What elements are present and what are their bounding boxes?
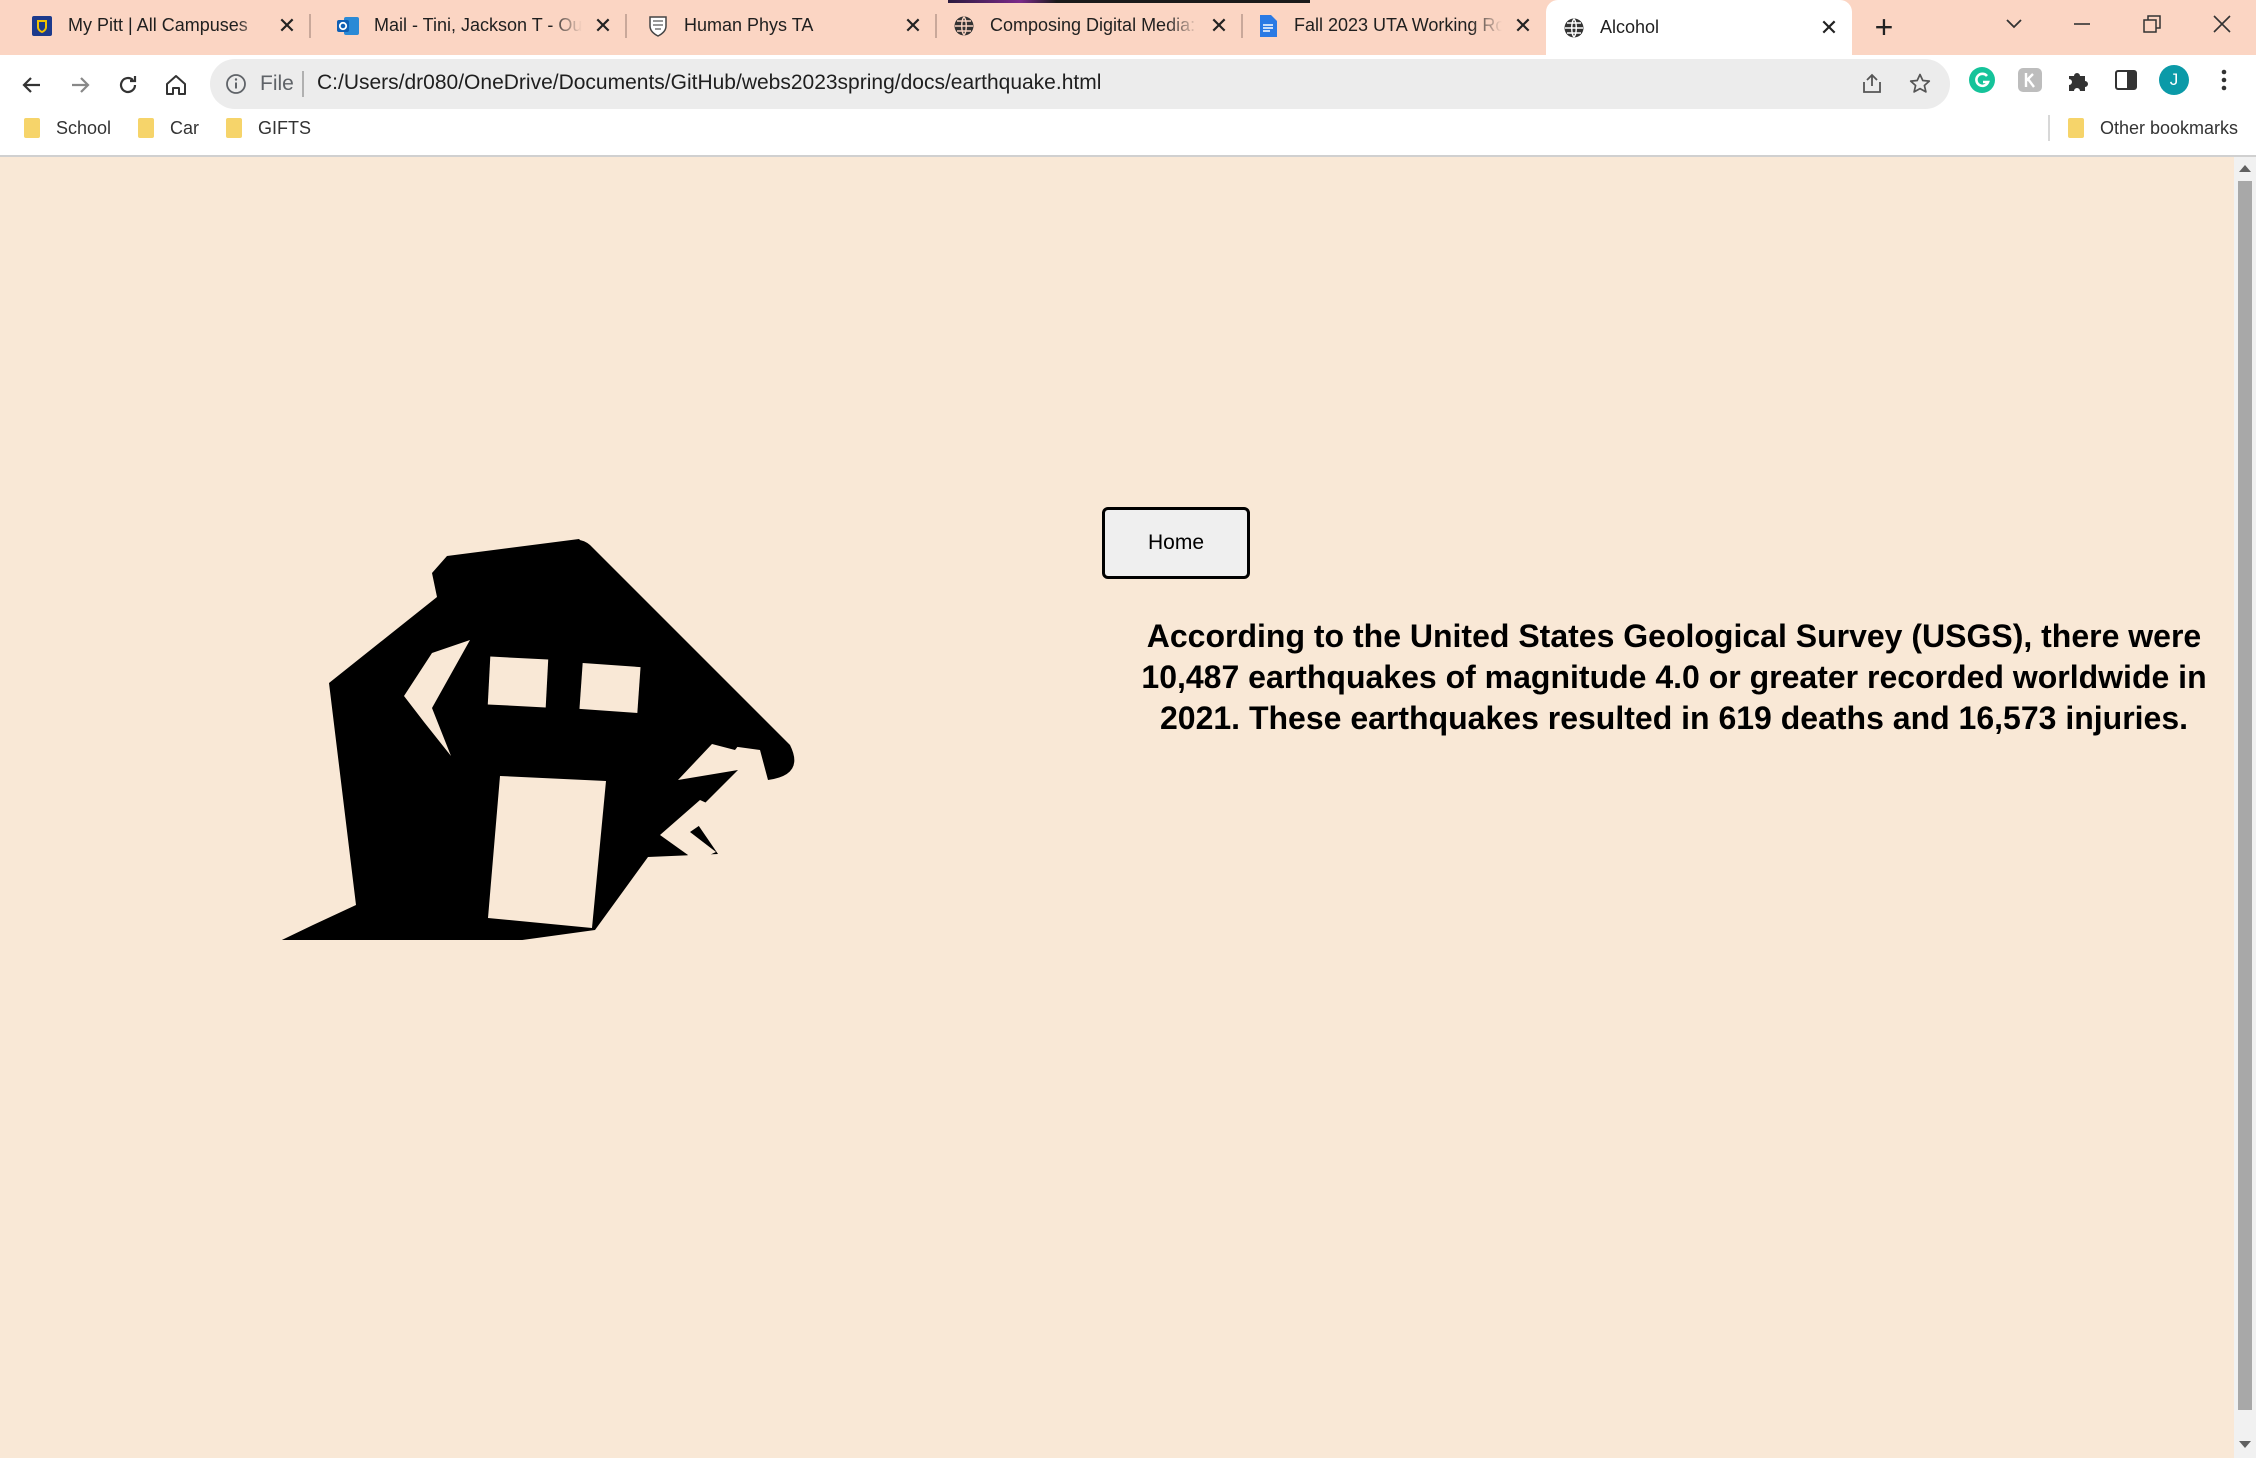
info-icon[interactable] (224, 72, 248, 96)
bookmark-folder-car[interactable]: Car (138, 113, 199, 143)
bookmark-star-icon[interactable] (1906, 70, 1934, 98)
bookmark-label: Car (170, 117, 200, 138)
close-icon[interactable]: ✕ (1816, 15, 1842, 41)
tab-composing-digital-media[interactable]: Composing Digital Media: ✕ (936, 0, 1243, 51)
tab-mail[interactable]: Mail - Tini, Jackson T - Outlook ✕ (310, 0, 627, 51)
scroll-up-arrow-icon[interactable] (2239, 165, 2251, 172)
tab-title: Human Phys TA (684, 15, 814, 35)
restore-button[interactable] (2122, 2, 2182, 46)
grammarly-extension-icon[interactable] (1966, 64, 1998, 96)
google-docs-icon (1256, 14, 1280, 38)
close-icon[interactable]: ✕ (900, 13, 926, 39)
earthquake-fact-paragraph: According to the United States Geologica… (1141, 618, 2207, 736)
url-text[interactable]: C:/Users/dr080/OneDrive/Documents/GitHub… (317, 71, 1101, 95)
tab-human-phys-ta[interactable]: Human Phys TA ✕ (626, 0, 937, 51)
scroll-down-arrow-icon[interactable] (2239, 1441, 2251, 1448)
collapsed-house-earthquake-icon (281, 539, 795, 940)
side-panel-icon[interactable] (2110, 64, 2142, 96)
vertical-scrollbar[interactable] (2234, 157, 2256, 1458)
close-icon[interactable]: ✕ (274, 13, 300, 39)
back-button[interactable] (10, 63, 54, 107)
outlook-icon (336, 14, 360, 38)
tab-my-pitt[interactable]: My Pitt | All Campuses ✕ (0, 0, 311, 51)
folder-icon (24, 118, 40, 138)
globe-icon (952, 14, 976, 38)
forward-button[interactable] (58, 63, 102, 107)
reload-button[interactable] (106, 63, 150, 107)
folder-icon (226, 118, 242, 138)
pitt-shield-icon (30, 14, 54, 38)
tab-title: Mail - Tini, Jackson T - Outlook (374, 15, 582, 35)
tab-uta-working-roster[interactable]: Fall 2023 UTA Working Roster ✕ (1242, 0, 1546, 51)
browser-toolbar: File C:/Users/dr080/OneDrive/Documents/G… (0, 55, 2256, 157)
bookmark-label: School (56, 117, 112, 138)
url-scheme-label: File (260, 72, 294, 95)
tab-title: Alcohol (1600, 17, 1660, 37)
close-window-button[interactable] (2192, 2, 2252, 46)
home-button[interactable]: Home (1102, 507, 1250, 579)
other-bookmarks-label: Other bookmarks (2100, 117, 2239, 138)
tab-alcohol-active[interactable]: Alcohol ✕ (1546, 0, 1852, 55)
bookmark-folder-gifts[interactable]: GIFTS (226, 113, 311, 143)
reload-icon (119, 76, 137, 94)
crest-icon (646, 14, 670, 38)
bookmark-folder-school[interactable]: School (24, 113, 111, 143)
extensions-puzzle-icon[interactable] (2062, 64, 2094, 96)
scroll-thumb[interactable] (2238, 181, 2252, 1410)
close-icon[interactable]: ✕ (1206, 13, 1232, 39)
bookmark-separator (2048, 115, 2050, 141)
folder-icon (2068, 118, 2084, 138)
new-tab-button[interactable]: + (1866, 9, 1902, 45)
home-icon (166, 75, 186, 95)
tab-title: Fall 2023 UTA Working Roster (1294, 15, 1502, 35)
tab-title: Composing Digital Media: (990, 15, 1196, 35)
extension-k-icon[interactable] (2014, 64, 2046, 96)
other-bookmarks-folder[interactable]: Other bookmarks (2068, 113, 2238, 143)
home-nav-button[interactable] (154, 63, 198, 107)
close-icon[interactable]: ✕ (1510, 13, 1536, 39)
bookmark-label: GIFTS (258, 117, 311, 138)
url-divider (302, 71, 304, 97)
folder-icon (138, 118, 154, 138)
minimize-button[interactable] (2052, 2, 2112, 46)
share-icon[interactable] (1858, 70, 1886, 98)
tab-strip: My Pitt | All Campuses ✕ Mail - Tini, Ja… (0, 0, 2256, 55)
profile-initial: J (2169, 70, 2179, 89)
back-arrow-icon (22, 77, 40, 93)
profile-avatar[interactable]: J (2158, 64, 2190, 96)
tab-search-chevron-icon[interactable] (1984, 2, 2044, 46)
tab-title: My Pitt | All Campuses (68, 15, 248, 35)
kebab-menu-icon[interactable] (2208, 64, 2240, 96)
forward-arrow-icon (72, 77, 90, 93)
address-bar[interactable]: File C:/Users/dr080/OneDrive/Documents/G… (210, 59, 1950, 109)
globe-icon (1562, 16, 1586, 40)
close-icon[interactable]: ✕ (590, 13, 616, 39)
